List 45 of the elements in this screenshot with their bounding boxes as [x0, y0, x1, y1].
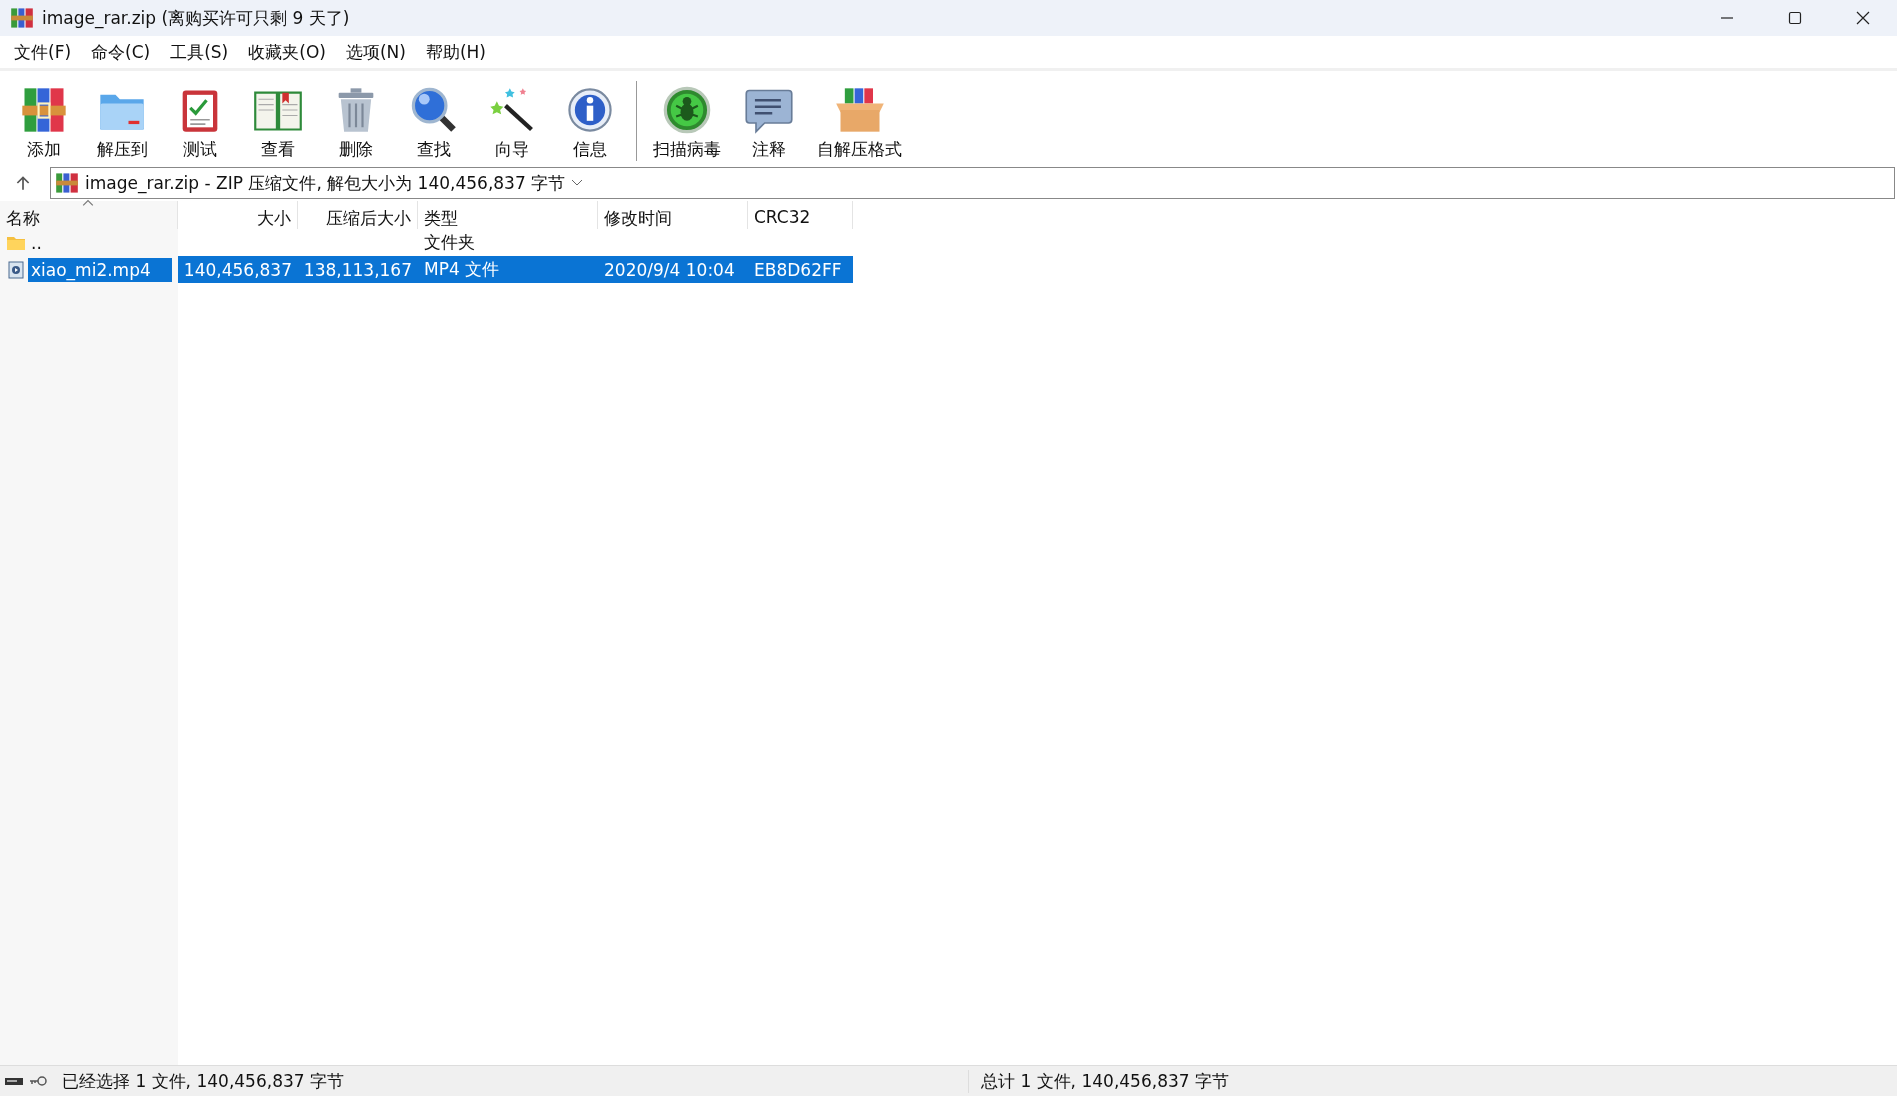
menu-item[interactable]: 选项(N) [335, 40, 416, 64]
table-row[interactable]: xiao_mi2.mp4 140,456,837 138,113,167 MP4 文件 2020/9/4 10:04 EB8D62FF [0, 256, 1897, 283]
table-cell: 138,113,167 [303, 259, 412, 280]
toolbar-button[interactable]: 信息 [554, 84, 626, 161]
toolbar-button[interactable]: 查看 [242, 84, 314, 161]
window-title: image_rar.zip (离购买许可只剩 9 天了) [42, 6, 350, 30]
toolbar-button[interactable]: 向导 [476, 84, 548, 161]
menu-item[interactable]: 工具(S) [160, 40, 239, 64]
key-icon [28, 1075, 48, 1087]
table-cell: MP4 文件 [424, 258, 500, 281]
toolbar-button[interactable]: 测试 [164, 84, 236, 161]
toolbar-button[interactable]: 扫描病毒 [647, 84, 727, 161]
app-icon [10, 6, 34, 30]
column-header[interactable]: 类型 [418, 201, 598, 229]
address-text: image_rar.zip - ZIP 压缩文件, 解包大小为 140,456,837 字节 [85, 171, 566, 195]
table-cell: 文件夹 [424, 231, 475, 254]
toolbar-button[interactable]: 查找 [398, 84, 470, 161]
column-header[interactable]: CRC32 [748, 201, 853, 229]
toolbar-button[interactable]: 解压到 [86, 84, 158, 161]
up-arrow-icon[interactable] [14, 174, 32, 192]
archive-icon [55, 171, 79, 195]
table-cell: EB8D62FF [754, 259, 842, 280]
status-text: 已经选择 1 文件, 140,456,837 字节 [62, 1069, 969, 1093]
bug-icon [661, 84, 713, 136]
menu-item[interactable]: 命令(C) [81, 40, 161, 64]
address-field[interactable]: image_rar.zip - ZIP 压缩文件, 解包大小为 140,456,837 字节 [50, 167, 1895, 199]
file-name[interactable]: .. [28, 230, 45, 255]
menu-item[interactable]: 帮助(H) [415, 40, 496, 64]
column-header[interactable]: 压缩后大小 [298, 201, 418, 229]
status-text: 总计 1 文件, 140,456,837 字节 [981, 1069, 1229, 1093]
menu-item[interactable]: 文件(F) [4, 40, 82, 64]
table-row[interactable]: .. 文件夹 [0, 229, 1897, 256]
toolbar-button[interactable]: 添加 [8, 84, 80, 161]
video-file-icon [6, 260, 26, 279]
toolbar-button[interactable]: 注释 [733, 84, 805, 161]
menu-item[interactable]: 收藏夹(O) [238, 40, 336, 64]
toolbar-button[interactable]: 自解压格式 [811, 84, 908, 161]
column-header[interactable]: 名称 [0, 201, 178, 229]
table-cell: 140,456,837 [183, 259, 292, 280]
table-cell: 2020/9/4 10:04 [604, 259, 735, 280]
column-header[interactable]: 修改时间 [598, 201, 748, 229]
column-header[interactable]: 大小 [178, 201, 298, 229]
drive-icon [4, 1075, 24, 1087]
toolbar-button[interactable]: 删除 [320, 84, 392, 161]
file-name[interactable]: xiao_mi2.mp4 [28, 257, 172, 282]
